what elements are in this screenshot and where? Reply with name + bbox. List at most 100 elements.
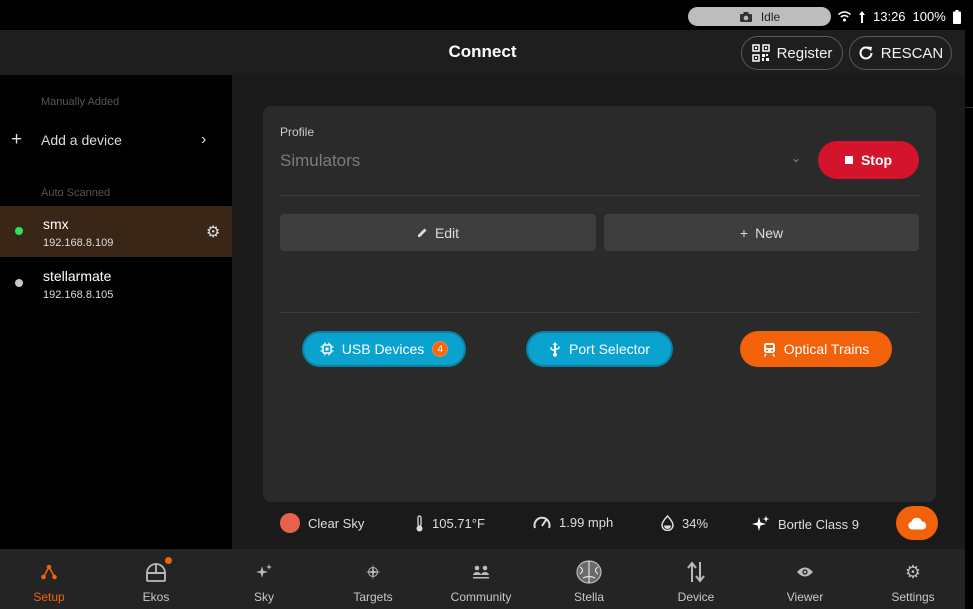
transfer-arrows-icon [642,561,750,583]
nav-setup[interactable]: Setup [0,549,103,609]
signal-icon [859,10,865,23]
profile-label: Profile [280,125,315,139]
battery-text: 100% [912,9,946,24]
cloud-icon [908,517,927,529]
system-status-bar: Idle 13:26 100% [0,0,973,30]
nav-viewer[interactable]: Viewer [751,549,859,609]
rescan-button[interactable]: RESCAN [849,36,952,70]
sparkle-icon [752,515,770,531]
nav-label: Community [450,590,512,604]
humidity: 34% [661,515,708,531]
sky-condition: Clear Sky [280,513,364,533]
port-selector-label: Port Selector [569,341,650,357]
bortle-class-text: Bortle Class 9 [778,516,859,532]
qr-code-icon [751,44,770,62]
nav-settings[interactable]: ⚙ Settings [859,549,967,609]
sky-dot-icon [280,513,300,533]
screen-edge [965,30,973,609]
nav-label: Viewer [786,590,824,604]
nav-label: Stella [573,590,605,604]
sky-condition-text: Clear Sky [308,515,365,531]
stop-icon [844,156,853,164]
nav-stella[interactable]: Stella [535,549,643,609]
device-ip: 192.168.8.109 [43,237,114,249]
weather-bar: Clear Sky 105.71°F 1.99 mph 34% Bortle C… [263,505,953,543]
notification-dot [165,557,172,564]
new-profile-button[interactable]: + New [604,214,919,251]
usb-devices-label: USB Devices [341,341,425,357]
add-device-row[interactable]: + Add a device › [0,125,232,155]
wifi-icon [838,11,851,22]
observatory-icon [102,562,210,582]
sparkle-icon [210,562,318,582]
chevron-down-icon[interactable]: ⌄ [791,151,801,165]
bottom-navigation: Setup Ekos Sky Targets Community Stella [0,549,965,609]
temperature-text: 105.71°F [432,516,485,531]
new-label: New [755,224,784,241]
nav-label: Sky [253,590,274,604]
divider [280,312,919,313]
target-icon [319,562,427,582]
optical-trains-button[interactable]: Optical Trains [740,331,892,367]
nav-label: Setup [33,590,65,604]
water-drop-icon [661,515,674,531]
eye-icon [751,562,859,582]
nav-community[interactable]: Community [427,549,535,609]
nav-label: Targets [353,590,393,604]
humidity-text: 34% [682,515,709,531]
nav-sky[interactable]: Sky [210,549,318,609]
device-name: smx [43,216,69,232]
add-device-label: Add a device [41,132,122,148]
network-icon [0,562,103,582]
nav-ekos[interactable]: Ekos [102,549,210,609]
status-pill-text: Idle [760,9,781,24]
port-selector-button[interactable]: Port Selector [526,331,673,367]
online-status-dot [15,227,23,235]
device-name: stellarmate [43,268,112,284]
nav-label: Settings [891,590,935,604]
pencil-icon [417,228,427,237]
thermometer-icon [416,515,423,532]
nav-label: Ekos [142,590,170,604]
speedometer-icon [533,516,551,528]
device-item-smx[interactable]: smx 192.168.8.109 ⚙ [0,206,232,257]
auto-section-title: Auto Scanned [41,187,111,199]
plus-icon: + [739,224,749,241]
gear-icon[interactable]: ⚙ [206,222,220,242]
brain-icon [535,560,643,584]
edge-line [965,107,973,108]
bortle-class: Bortle Class 9 [752,515,859,533]
nav-targets[interactable]: Targets [319,549,427,609]
profile-card: Profile Simulators ⌄ Stop Edit + New USB… [263,106,936,502]
device-item-stellarmate[interactable]: stellarmate 192.168.8.105 [0,257,232,308]
register-button[interactable]: Register [741,36,843,70]
clock-text: 13:26 [873,9,906,24]
status-pill: Idle [688,7,831,26]
nav-label: Device [677,590,715,604]
wind-speed: 1.99 mph [533,515,613,530]
people-icon [427,562,535,582]
register-label: Register [776,44,833,62]
edit-profile-button[interactable]: Edit [280,214,596,251]
nav-device[interactable]: Device [642,549,750,609]
edit-label: Edit [434,224,460,241]
plus-icon: + [11,129,23,150]
manual-section-title: Manually Added [41,96,120,108]
camera-icon [739,11,752,22]
usb-count-badge: 4 [432,341,449,357]
divider [280,195,919,196]
train-icon [763,342,775,357]
device-sidebar: Manually Added + Add a device › Auto Sca… [0,75,232,549]
usb-devices-button[interactable]: USB Devices 4 [302,331,466,367]
profile-select[interactable]: Simulators [280,151,360,171]
battery-icon [952,9,961,24]
gear-icon: ⚙ [904,561,922,582]
usb-icon [550,341,560,357]
weather-cloud-button[interactable] [896,506,938,540]
optical-trains-label: Optical Trains [783,341,870,357]
chevron-right-icon: › [201,131,207,148]
stop-button[interactable]: Stop [818,141,919,179]
temperature: 105.71°F [415,515,485,532]
offline-status-dot [15,279,23,287]
stop-label: Stop [860,152,893,168]
